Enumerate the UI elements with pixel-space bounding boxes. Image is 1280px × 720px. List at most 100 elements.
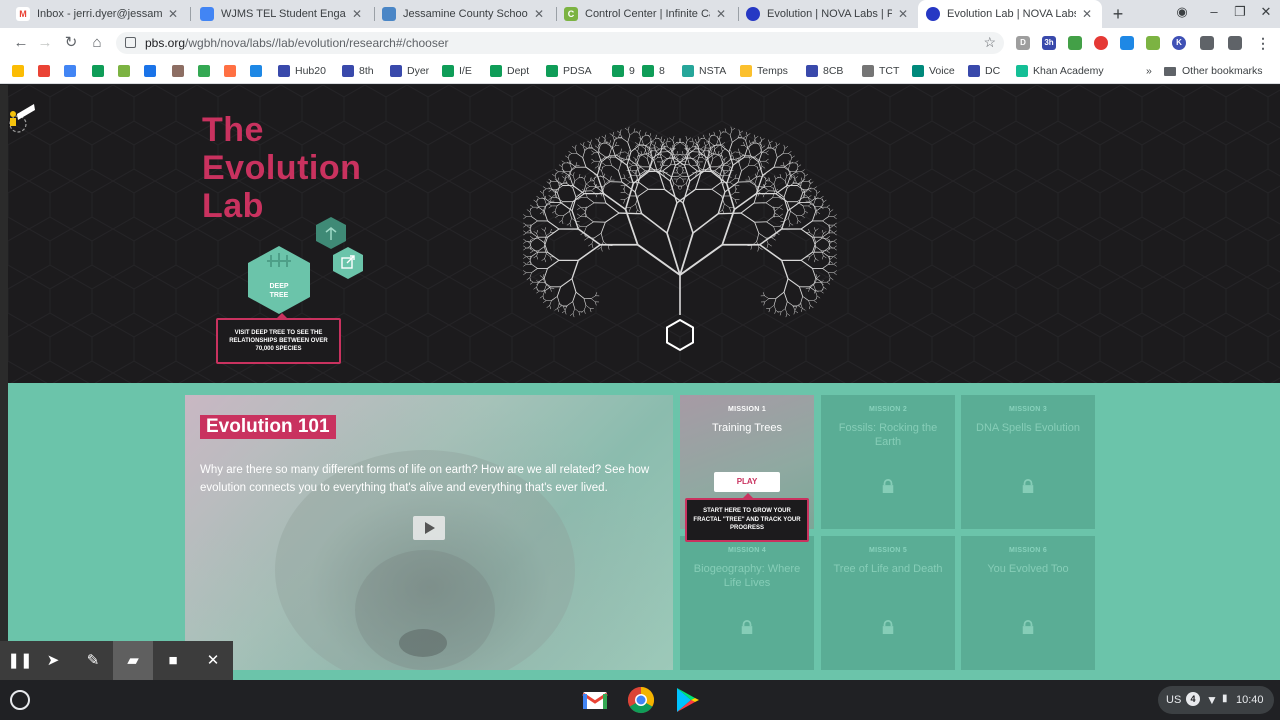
tab-infinite-campus[interactable]: C Control Center | Infinite Camp ✕ [556,0,736,28]
fractal-branch [635,181,638,186]
bookmark-icon-7[interactable] [198,63,215,79]
extension-green-icon[interactable] [1146,36,1160,50]
extensions-puzzle-icon[interactable] [1200,36,1214,50]
bookmark-tct[interactable]: TCT [862,63,899,79]
tab-wjms[interactable]: WJMS TEL Student Engagem ✕ [192,0,372,28]
site-info-icon[interactable] [125,37,136,48]
fractal-branch [536,198,540,201]
tab-evolution-lab[interactable]: Evolution Lab | NOVA Labs | P ✕ [918,0,1102,28]
new-tab-button[interactable]: + [1108,3,1128,25]
fractal-branch [773,226,776,233]
tab-search-icon[interactable]: ◉ [1172,4,1192,20]
sheets-icon [642,65,654,77]
reload-icon[interactable]: ↻ [62,34,80,52]
bookmark-dept[interactable]: Dept [490,63,529,79]
bookmark-dyer[interactable]: Dyer [390,63,429,79]
tab-jessamine[interactable]: Jessamine County Schools - ✕ [374,0,554,28]
other-bookmarks-label: Other bookmarks [1182,65,1263,77]
tab-evolution-nova[interactable]: Evolution | NOVA Labs | PBS ✕ [738,0,918,28]
fractal-branch [756,170,759,177]
play-store-icon[interactable] [673,686,701,714]
tab-gmail[interactable]: M Inbox - jerri.dyer@jessamine ✕ [8,0,188,28]
bookmark-temps[interactable]: Temps [740,63,788,79]
mission-1-play-button[interactable]: PLAY [714,472,780,492]
more-bookmarks-button[interactable]: » [1146,63,1152,79]
tab-title: Evolution Lab | NOVA Labs | P [947,8,1076,20]
extension-calendar-icon[interactable]: 3h [1042,36,1056,50]
fractal-branch [571,146,576,149]
menu-dots-icon[interactable]: ⋮ [1256,36,1270,50]
bookmark-hub20[interactable]: Hub20 [278,63,326,79]
tree-hex-icon[interactable] [315,216,347,250]
pointer-icon[interactable]: ➤ [33,641,73,680]
evolution-101-video[interactable]: Evolution 101 Why are there so many diff… [185,395,673,670]
bookmark-icon-3[interactable] [92,63,109,79]
status-tray[interactable]: US 4 ▼ ▮ 10:40 [1158,686,1274,714]
bookmark-i-e[interactable]: I/E [442,63,472,79]
bookmark-khan-academy[interactable]: Khan Academy [1016,63,1104,79]
chrome-icon[interactable] [627,686,655,714]
extension-d-icon[interactable]: D [1016,36,1030,50]
fractal-branch [721,155,724,160]
video-description: Why are there so many different forms of… [200,464,650,494]
extension-puzzle-blue-icon[interactable] [1120,36,1134,50]
fractal-branch [603,193,627,210]
bookmark-icon-4[interactable] [118,63,135,79]
bookmark-icon-9[interactable] [250,63,267,79]
fractal-branch [660,136,663,141]
extension-k-icon[interactable]: K [1172,36,1186,50]
extension-record-icon[interactable] [1094,36,1108,50]
bookmark-voice[interactable]: Voice [912,63,955,79]
bookmark-icon-1[interactable] [38,63,55,79]
bookmark-star-icon[interactable]: ☆ [983,34,996,51]
close-icon[interactable]: ✕ [714,7,728,21]
fractal-branch [588,243,593,247]
minimize-icon[interactable]: – [1204,4,1224,19]
mission-6-number: MISSION 6 [1008,547,1048,554]
other-bookmarks-button[interactable]: Other bookmarks [1164,63,1263,79]
back-icon[interactable]: ← [12,34,30,52]
launcher-icon[interactable] [10,690,30,710]
highlighter-icon[interactable]: ▰ [113,641,153,680]
close-icon[interactable]: ✕ [532,7,546,21]
bookmark-icon-2[interactable] [64,63,81,79]
forward-icon[interactable]: → [36,34,54,52]
fractal-branch [808,300,811,306]
gmail-icon: M [16,7,30,21]
external-link-hex-icon[interactable] [332,246,364,280]
bookmark-icon-8[interactable] [224,63,241,79]
maximize-icon[interactable]: ❐ [1230,4,1250,20]
camera-icon[interactable]: ■ [153,641,193,680]
bookmark-8[interactable]: 8 [642,63,665,79]
fractal-branch [815,290,818,297]
video-play-button[interactable] [413,516,445,540]
bookmark-8cb[interactable]: 8CB [806,63,843,79]
cast-icon[interactable] [1228,36,1242,50]
close-icon[interactable]: ✕ [166,7,180,21]
bookmark-icon-0[interactable] [12,63,29,79]
address-bar[interactable]: pbs.org/wgbh/nova/labs//lab/evolution/re… [116,32,1004,54]
bookmark-8th[interactable]: 8th [342,63,374,79]
home-icon[interactable]: ⌂ [88,34,106,52]
close-window-icon[interactable]: ✕ [1256,4,1276,20]
fractal-branch [801,213,805,216]
bookmark-dc[interactable]: DC [968,63,1000,79]
page-title-line-1: The [202,111,264,149]
pen-icon[interactable]: ✎ [73,641,113,680]
deep-tree-button[interactable]: DEEP TREE [247,245,311,315]
bookmark-icon-6[interactable] [172,63,189,79]
fractal-branch [710,148,713,154]
bookmark-pdsa[interactable]: PDSA [546,63,592,79]
fractal-branch [529,206,534,210]
close-recorder-icon[interactable]: ✕ [193,641,233,680]
bookmark-9[interactable]: 9 [612,63,635,79]
extension-screenshot-icon[interactable] [1068,36,1082,50]
fractal-branch [783,144,786,149]
close-icon[interactable]: ✕ [350,7,364,21]
gmail-icon[interactable] [581,686,609,714]
close-icon[interactable]: ✕ [896,7,910,21]
bookmark-nsta[interactable]: NSTA [682,63,726,79]
bookmark-icon-5[interactable] [144,63,161,79]
close-icon[interactable]: ✕ [1080,7,1094,21]
fractal-branch [797,164,802,168]
